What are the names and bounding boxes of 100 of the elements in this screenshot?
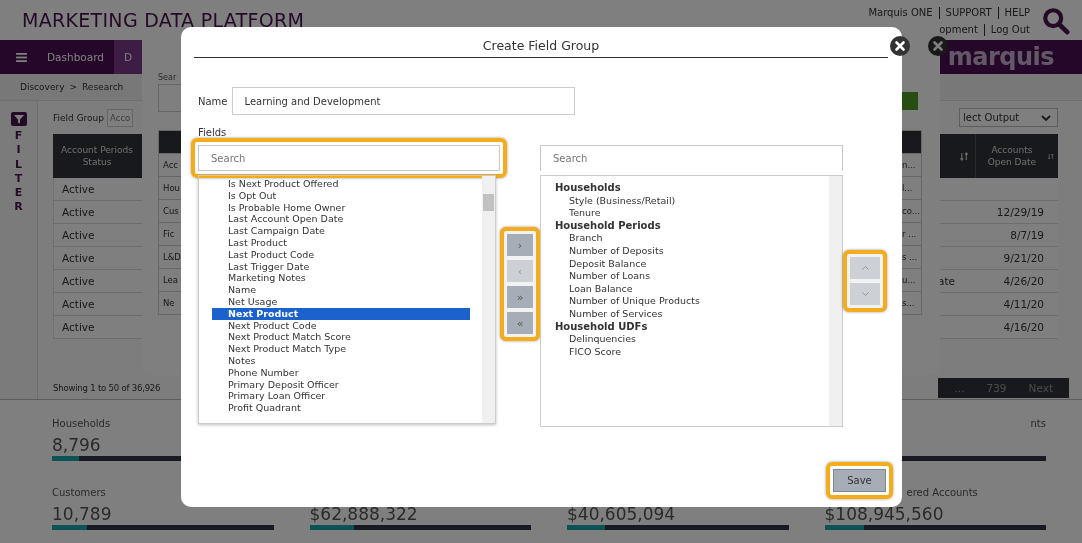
name-field[interactable]: Learning and Development xyxy=(231,87,575,115)
group-heading: Household UDFs xyxy=(555,320,649,334)
list-item[interactable]: Primary Deposit Officer xyxy=(212,378,470,391)
header-link[interactable]: Log Out xyxy=(983,23,1036,36)
stat-value: $40,605,094 xyxy=(567,504,677,524)
brand-logo: marquis xyxy=(947,42,1055,73)
table-cell: Active xyxy=(53,316,141,339)
list-item[interactable]: Last Product Code xyxy=(212,248,470,261)
list-item[interactable]: Name xyxy=(212,284,470,296)
table-cell: Active xyxy=(53,201,141,224)
table-cell-text: Fic xyxy=(162,229,175,239)
list-item[interactable]: Marketing Notes xyxy=(212,272,470,285)
list-item[interactable]: Branch xyxy=(555,232,829,245)
breadcrumb-link[interactable]: Discovery xyxy=(20,82,65,92)
table-cell: 8/7/19 xyxy=(975,224,1058,247)
list-item[interactable]: Number of Deposits xyxy=(555,244,829,258)
sort-icon[interactable] xyxy=(1047,151,1054,161)
list-item[interactable]: Loan Balance xyxy=(555,282,829,296)
stat-label: Customers xyxy=(52,487,107,500)
column-header[interactable]: Account Periods Status xyxy=(53,134,141,178)
table-cell-text: u... xyxy=(902,275,917,285)
table-cell-text: Ne xyxy=(162,298,175,308)
list-item[interactable]: Net Usage xyxy=(212,295,470,308)
close-icon[interactable] xyxy=(890,36,910,56)
group-heading: Households xyxy=(555,182,622,195)
list-item[interactable]: Primary Loan Officer xyxy=(212,390,470,403)
group-heading: Household Periods xyxy=(555,219,662,233)
filter-label[interactable]: FILTER xyxy=(13,129,24,215)
chevron-up-icon xyxy=(860,265,870,271)
list-item[interactable]: Profit Quadrant xyxy=(212,402,470,414)
list-item[interactable]: Last Account Open Date xyxy=(212,213,470,226)
table-cell-text: L&D xyxy=(162,252,181,262)
chevron-down-icon xyxy=(1041,114,1051,121)
transfer-button[interactable]: « xyxy=(507,312,533,334)
list-item[interactable]: Is Probable Home Owner xyxy=(212,201,470,214)
table-cell: 9/21/20 xyxy=(975,247,1058,270)
list-item[interactable]: Number of Loans xyxy=(555,270,829,283)
menu-icon[interactable] xyxy=(16,52,27,62)
transfer-button[interactable]: » xyxy=(507,286,533,308)
list-item[interactable]: Next Product xyxy=(212,307,470,320)
list-item[interactable]: Delinquencies xyxy=(555,333,829,346)
dialog-title: Create Field Group xyxy=(194,27,888,58)
list-item[interactable]: Next Product Match Score xyxy=(212,331,470,344)
breadcrumb-separator: > xyxy=(69,82,77,92)
results-summary: Showing 1 to 50 of 36,926 xyxy=(53,383,161,393)
transfer-button[interactable]: › xyxy=(507,234,533,256)
nav-tab[interactable]: Dashboard xyxy=(37,40,114,74)
table-cell-text: Cus xyxy=(162,206,179,216)
header-link[interactable]: Marquis ONE xyxy=(862,6,939,19)
table-cell: Active xyxy=(53,247,141,270)
table-cell: co... xyxy=(902,206,921,216)
list-item[interactable]: FICO Score xyxy=(555,345,829,359)
table-cell-text: r ... xyxy=(902,229,918,239)
table-cell-text: n... xyxy=(902,160,917,170)
scrollbar[interactable] xyxy=(829,176,842,426)
table-cell-text: s ... xyxy=(902,252,919,262)
list-item[interactable]: Style (Business/Retail) xyxy=(555,194,829,208)
stat-label: nts xyxy=(1029,418,1046,431)
list-item[interactable]: Last Product xyxy=(212,237,470,249)
list-item[interactable]: Notes xyxy=(212,354,470,367)
header-link[interactable]: HELP xyxy=(997,6,1036,19)
search-icon[interactable] xyxy=(1042,6,1070,35)
list-item[interactable]: Next Product Code xyxy=(212,319,470,332)
list-item[interactable]: Tenure xyxy=(555,207,829,220)
sort-icon[interactable] xyxy=(960,151,969,161)
search-field[interactable]: Search xyxy=(198,145,500,171)
stat-label: Households xyxy=(52,418,112,431)
list-item[interactable]: Phone Number xyxy=(212,366,470,379)
list-item[interactable]: Last Trigger Date xyxy=(212,260,470,273)
list-item[interactable]: Next Product Match Type xyxy=(212,343,470,355)
table-cell-text: Hou xyxy=(162,183,180,193)
chevron-down-icon xyxy=(860,291,870,297)
table-cell: 4/26/20 xyxy=(975,270,1058,293)
table-cell: 4/11/20 xyxy=(975,293,1058,316)
filter-icon[interactable] xyxy=(10,112,27,126)
header-link[interactable]: opment xyxy=(933,23,984,36)
list-item[interactable]: Is Next Product Offered xyxy=(212,178,470,190)
list-item[interactable]: Number of Services xyxy=(555,307,829,321)
breadcrumb-link[interactable]: Research xyxy=(82,82,124,92)
search-label: Sear xyxy=(158,73,178,82)
table-cell: Active xyxy=(53,293,141,316)
fields-label: Fields xyxy=(197,127,228,139)
save-button[interactable]: Save xyxy=(833,469,886,492)
search-field[interactable]: Search xyxy=(540,145,843,171)
table-cell: 4/16/20 xyxy=(975,316,1058,339)
nav-tab[interactable]: D xyxy=(113,40,143,74)
list-item[interactable]: Is Opt Out xyxy=(212,189,470,202)
table-cell-text: l... xyxy=(902,183,914,193)
table-cell-text: s... xyxy=(902,298,916,308)
table-cell: Active xyxy=(53,270,141,293)
list-item[interactable]: Number of Unique Products xyxy=(555,295,829,308)
output-select[interactable]: lect Output xyxy=(959,108,1058,127)
scrollbar[interactable] xyxy=(482,176,495,423)
stat-label: ered Accounts xyxy=(905,487,979,500)
field-group-label: Field Group xyxy=(53,112,105,123)
header-link[interactable]: SUPPORT xyxy=(938,6,998,19)
table-cell: 12/29/19 xyxy=(975,201,1058,224)
stat-value: 10,789 xyxy=(52,504,113,524)
list-item[interactable]: Last Campaign Date xyxy=(212,225,470,237)
list-item[interactable]: Deposit Balance xyxy=(555,257,829,271)
